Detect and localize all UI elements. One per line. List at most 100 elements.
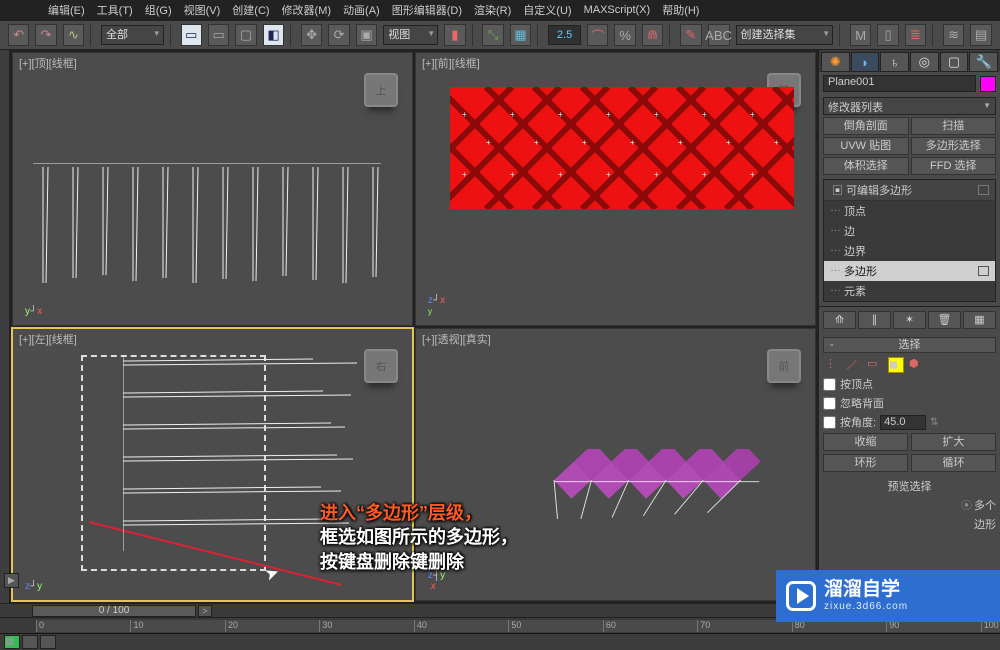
menu-views[interactable]: 视图(V)	[184, 2, 221, 18]
slider-next-icon[interactable]: >	[198, 605, 212, 617]
modbtn-polysel[interactable]: 多边形选择	[911, 137, 997, 155]
undo-icon[interactable]: ↶	[8, 24, 29, 46]
scale-icon[interactable]: ▣	[356, 24, 377, 46]
mirror-icon[interactable]: M	[850, 24, 871, 46]
align-icon[interactable]: ▯	[877, 24, 898, 46]
subobj-polygon-icon[interactable]: ◼	[888, 357, 904, 373]
move-icon[interactable]: ✥	[301, 24, 322, 46]
menu-tools[interactable]: 工具(T)	[97, 2, 133, 18]
remove-mod-icon[interactable]: 🗑	[928, 311, 961, 329]
menu-group[interactable]: 组(G)	[145, 2, 172, 18]
named-sel-edit-icon[interactable]: ABC	[708, 24, 730, 46]
viewport-top[interactable]: [+][顶][线框] 上	[12, 52, 413, 326]
main-menu[interactable]: 编辑(E) 工具(T) 组(G) 视图(V) 创建(C) 修改器(M) 动画(A…	[0, 0, 1000, 20]
stack-edge[interactable]: 边	[824, 221, 995, 241]
left-tool-strip[interactable]	[0, 50, 10, 603]
angle-spinner[interactable]: 45.0	[880, 415, 926, 430]
rollout-selection[interactable]: 选择	[823, 337, 996, 353]
menu-custom[interactable]: 自定义(U)	[523, 2, 571, 18]
sel-lock-icon[interactable]	[40, 635, 56, 649]
isolate-icon[interactable]	[22, 635, 38, 649]
loop-button[interactable]: 循环	[911, 454, 996, 472]
window-crossing-icon[interactable]: ◧	[263, 24, 284, 46]
chk-by-angle[interactable]: 按角度:	[823, 414, 876, 430]
modbtn-bevel[interactable]: 倒角剖面	[823, 117, 909, 135]
menu-modify[interactable]: 修改器(M)	[282, 2, 332, 18]
selection-filter-dropdown[interactable]: 全部	[101, 25, 164, 45]
link-icon[interactable]: ∿	[63, 24, 84, 46]
tab-display-icon[interactable]: ▢	[940, 52, 969, 72]
viewcube-persp[interactable]: 前	[767, 349, 801, 383]
modbtn-volsel[interactable]: 体积选择	[823, 157, 909, 175]
spinner-arrows-icon[interactable]: ⇅	[930, 417, 938, 428]
ref-coord-dropdown[interactable]: 视图	[383, 25, 438, 45]
menu-anim[interactable]: 动画(A)	[343, 2, 380, 18]
keyboard-shortcut-icon[interactable]: ▦	[510, 24, 531, 46]
viewport-front[interactable]: [+][前][线框] 前	[415, 52, 816, 326]
modbtn-uvw[interactable]: UVW 贴图	[823, 137, 909, 155]
stack-polygon[interactable]: 多边形	[824, 261, 995, 281]
subobj-element-icon[interactable]: ⬢	[909, 357, 925, 373]
config-stack-icon[interactable]: ▦	[963, 311, 996, 329]
tab-create-icon[interactable]: ✺	[821, 52, 850, 72]
menu-render[interactable]: 渲染(R)	[474, 2, 511, 18]
viewport-perspective[interactable]: [+][透视][真实] 前	[415, 328, 816, 602]
subobj-edge-icon[interactable]: ／	[846, 357, 862, 373]
object-name-field[interactable]: Plane001	[823, 75, 976, 92]
edit-selection-icon[interactable]: ✎	[680, 24, 701, 46]
select-object-icon[interactable]: ▭	[181, 24, 202, 46]
chk-by-vertex[interactable]: 按顶点	[823, 376, 996, 392]
modifier-stack[interactable]: ▣ 可编辑多边形 顶点 边 边界 多边形 元素	[823, 179, 996, 302]
modbtn-sweep[interactable]: 扫描	[911, 117, 997, 135]
spinner-snap-icon[interactable]: ⋒	[642, 24, 663, 46]
tab-hierarchy-icon[interactable]: ♄	[880, 52, 909, 72]
play-icon[interactable]: ▶	[4, 573, 19, 588]
viewcube-top[interactable]: 上	[364, 73, 398, 107]
menu-help[interactable]: 帮助(H)	[662, 2, 699, 18]
tab-motion-icon[interactable]: ◎	[910, 52, 939, 72]
shrink-button[interactable]: 收缩	[823, 433, 908, 451]
tab-utilities-icon[interactable]: 🔧	[969, 52, 998, 72]
pivot-icon[interactable]: ▮	[444, 24, 465, 46]
watermark-logo[interactable]: 溜溜自学 zixue.3d66.com	[776, 570, 1000, 622]
subobj-vertex-icon[interactable]: ⋮	[825, 357, 841, 373]
tick-50: 50	[508, 620, 521, 632]
percent-snap-icon[interactable]: %	[614, 24, 635, 46]
named-selection-dropdown[interactable]: 创建选择集	[736, 25, 834, 45]
chk-ignore-back[interactable]: 忽略背面	[823, 395, 996, 411]
modifier-list-dropdown[interactable]: 修改器列表	[823, 97, 996, 115]
modbtn-ffdsel[interactable]: FFD 选择	[911, 157, 997, 175]
tick-70: 70	[697, 620, 710, 632]
redo-icon[interactable]: ↷	[35, 24, 56, 46]
grow-button[interactable]: 扩大	[911, 433, 996, 451]
show-end-icon[interactable]: ∥	[858, 311, 891, 329]
curve-editor-icon[interactable]: ≋	[943, 24, 964, 46]
region-rect-icon[interactable]: ▢	[235, 24, 256, 46]
schematic-icon[interactable]: ▤	[970, 24, 991, 46]
select-manipulate-icon[interactable]: ⤡	[482, 24, 503, 46]
menu-script[interactable]: MAXScript(X)	[584, 4, 651, 16]
preview-multi: 多个	[974, 497, 996, 513]
snap-spinner[interactable]: 2.5	[548, 25, 581, 45]
pin-stack-icon[interactable]: ⟰	[823, 311, 856, 329]
time-slider[interactable]: 0 / 100	[32, 605, 196, 617]
object-color-swatch[interactable]	[980, 76, 996, 92]
rotate-icon[interactable]: ⟳	[328, 24, 349, 46]
menu-create[interactable]: 创建(C)	[232, 2, 269, 18]
maximize-vp-icon[interactable]: ▦	[4, 635, 20, 649]
stack-element[interactable]: 元素	[824, 281, 995, 301]
tab-modify-icon[interactable]: ◗	[851, 52, 880, 72]
select-by-name-icon[interactable]: ▭	[208, 24, 229, 46]
angle-snap-icon[interactable]: ⌒	[587, 24, 608, 46]
menu-graph[interactable]: 图形编辑器(D)	[392, 2, 462, 18]
unique-icon[interactable]: ✶	[893, 311, 926, 329]
stack-vertex[interactable]: 顶点	[824, 201, 995, 221]
stack-border[interactable]: 边界	[824, 241, 995, 261]
layers-icon[interactable]: ≣	[905, 24, 926, 46]
menu-edit[interactable]: 编辑(E)	[48, 2, 85, 18]
stack-epoly[interactable]: ▣ 可编辑多边形	[824, 180, 995, 201]
subobj-border-icon[interactable]: ▭	[867, 357, 883, 373]
ring-button[interactable]: 环形	[823, 454, 908, 472]
viewcube-left[interactable]: 右	[364, 349, 398, 383]
viewport-left[interactable]: [+][左][线框] 右 z┘y ➤	[12, 328, 413, 602]
